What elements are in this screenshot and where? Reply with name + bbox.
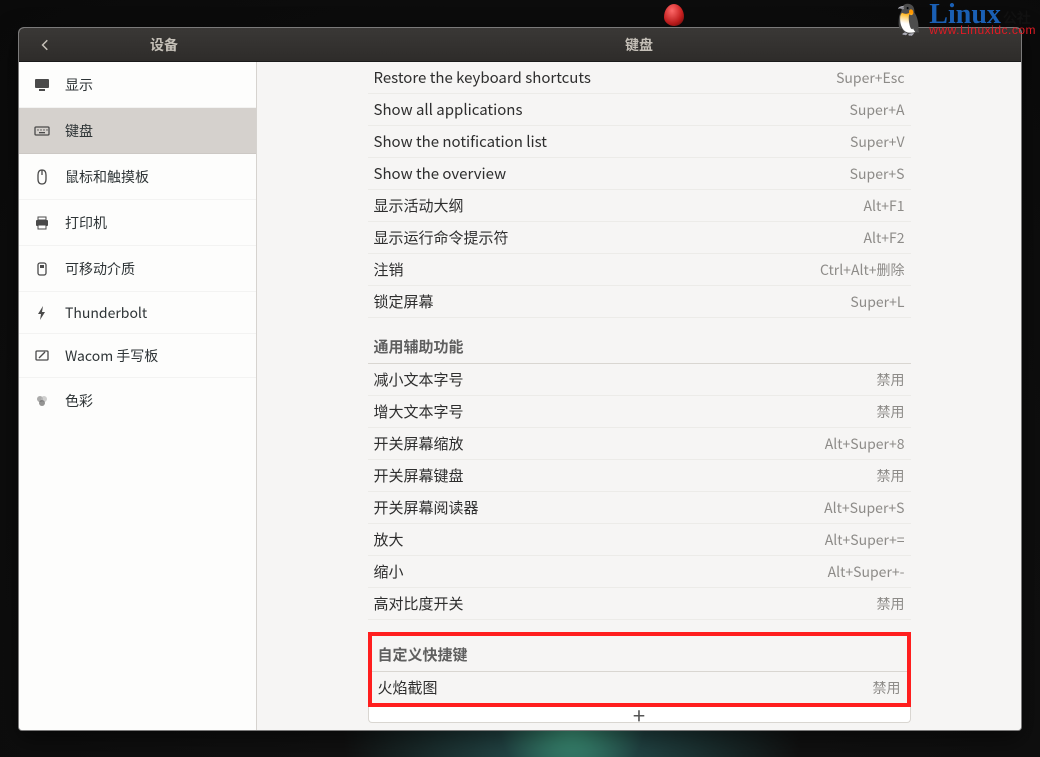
shortcut-row[interactable]: 放大 Alt+Super+= bbox=[368, 524, 911, 556]
keyboard-icon bbox=[33, 122, 51, 140]
shortcut-label: 锁定屏幕 bbox=[374, 291, 434, 312]
shortcut-row[interactable]: 增大文本字号 禁用 bbox=[368, 396, 911, 428]
media-icon bbox=[33, 260, 51, 278]
sidebar-item-label: 鼠标和触摸板 bbox=[65, 167, 149, 187]
shortcut-row[interactable]: 显示运行命令提示符 Alt+F2 bbox=[368, 222, 911, 254]
shortcut-row[interactable]: 显示活动大纲 Alt+F1 bbox=[368, 190, 911, 222]
section-header-a11y: 通用辅助功能 bbox=[368, 318, 911, 364]
sidebar-item-wacom[interactable]: Wacom 手写板 bbox=[19, 334, 256, 378]
shortcut-row[interactable]: 开关屏幕键盘 禁用 bbox=[368, 460, 911, 492]
sidebar-item-mouse[interactable]: 鼠标和触摸板 bbox=[19, 154, 256, 200]
shortcut-value: 禁用 bbox=[877, 402, 905, 422]
sidebar-item-label: 色彩 bbox=[65, 391, 93, 411]
sidebar-item-printer[interactable]: 打印机 bbox=[19, 200, 256, 246]
printer-icon bbox=[33, 214, 51, 232]
add-shortcut-button[interactable]: + bbox=[368, 707, 911, 723]
shortcut-label: 缩小 bbox=[374, 561, 404, 582]
shortcut-label: 增大文本字号 bbox=[374, 401, 464, 422]
shortcut-value: Super+V bbox=[850, 132, 905, 152]
shortcut-label: 开关屏幕键盘 bbox=[374, 465, 464, 486]
shortcut-list: Restore the keyboard shortcuts Super+Esc… bbox=[368, 62, 911, 707]
display-icon bbox=[33, 76, 51, 94]
shortcut-row[interactable]: Show all applications Super+A bbox=[368, 94, 911, 126]
sidebar-item-label: 键盘 bbox=[65, 121, 93, 141]
shortcut-label: 开关屏幕阅读器 bbox=[374, 497, 479, 518]
back-button[interactable] bbox=[19, 28, 71, 61]
shortcut-label: 开关屏幕缩放 bbox=[374, 433, 464, 454]
shortcut-value: Super+A bbox=[850, 100, 905, 120]
shortcut-label: 火焰截图 bbox=[378, 677, 438, 698]
thunderbolt-icon bbox=[33, 304, 51, 322]
shortcut-value: Alt+Super+- bbox=[828, 562, 905, 582]
shortcut-label: Show all applications bbox=[374, 99, 523, 120]
shortcut-label: 注销 bbox=[374, 259, 404, 280]
shortcut-row[interactable]: Restore the keyboard shortcuts Super+Esc bbox=[368, 62, 911, 94]
chevron-left-icon bbox=[38, 38, 52, 52]
shortcut-value: Alt+Super+= bbox=[825, 530, 905, 550]
sidebar-item-thunderbolt[interactable]: Thunderbolt bbox=[19, 292, 256, 334]
shortcut-label: 放大 bbox=[374, 529, 404, 550]
shortcut-row[interactable]: 减小文本字号 禁用 bbox=[368, 364, 911, 396]
panel-title-left: 设备 bbox=[71, 28, 257, 61]
shortcut-value: Super+L bbox=[850, 292, 904, 312]
sidebar-item-label: 可移动介质 bbox=[65, 259, 135, 279]
shortcut-value: 禁用 bbox=[877, 370, 905, 390]
sidebar-item-label: 显示 bbox=[65, 75, 93, 95]
shortcut-row[interactable]: 火焰截图 禁用 bbox=[372, 672, 907, 703]
settings-window: 设备 键盘 显示 键盘 鼠标和触摸板 bbox=[18, 27, 1022, 731]
watermark-url: www.Linuxidc.com bbox=[929, 25, 1036, 36]
shortcut-value: Alt+Super+S bbox=[824, 498, 904, 518]
shortcut-row[interactable]: 注销 Ctrl+Alt+删除 bbox=[368, 254, 911, 286]
shortcut-row[interactable]: 高对比度开关 禁用 bbox=[368, 588, 911, 620]
plus-icon: + bbox=[633, 707, 645, 723]
tux-icon: 🐧 bbox=[890, 6, 927, 36]
shortcut-label: 减小文本字号 bbox=[374, 369, 464, 390]
section-header-custom: 自定义快捷键 bbox=[372, 636, 907, 672]
sidebar: 显示 键盘 鼠标和触摸板 打印机 bbox=[19, 62, 257, 730]
sidebar-item-label: 打印机 bbox=[65, 213, 107, 233]
shortcut-row[interactable]: 开关屏幕阅读器 Alt+Super+S bbox=[368, 492, 911, 524]
shortcut-value: 禁用 bbox=[873, 678, 901, 698]
titlebar: 设备 键盘 bbox=[19, 28, 1021, 62]
shortcut-value: Alt+F2 bbox=[863, 228, 904, 248]
shortcut-label: 显示运行命令提示符 bbox=[374, 227, 509, 248]
shortcut-value: Ctrl+Alt+删除 bbox=[820, 260, 905, 280]
custom-shortcuts-highlight: 自定义快捷键 火焰截图 禁用 bbox=[368, 632, 911, 707]
sidebar-item-color[interactable]: 色彩 bbox=[19, 378, 256, 424]
sidebar-item-removable-media[interactable]: 可移动介质 bbox=[19, 246, 256, 292]
shortcut-label: Show the notification list bbox=[374, 131, 547, 152]
tablet-icon bbox=[33, 347, 51, 365]
main-panel: Restore the keyboard shortcuts Super+Esc… bbox=[257, 62, 1021, 730]
shortcut-label: Restore the keyboard shortcuts bbox=[374, 67, 591, 88]
shortcut-label: Show the overview bbox=[374, 163, 507, 184]
shortcut-row[interactable]: 锁定屏幕 Super+L bbox=[368, 286, 911, 318]
shortcut-row[interactable]: 开关屏幕缩放 Alt+Super+8 bbox=[368, 428, 911, 460]
decorative-shape bbox=[664, 4, 684, 26]
sidebar-item-label: Wacom 手写板 bbox=[65, 346, 158, 366]
shortcut-value: Alt+Super+8 bbox=[825, 434, 905, 454]
shortcut-label: 高对比度开关 bbox=[374, 593, 464, 614]
mouse-icon bbox=[33, 168, 51, 186]
shortcut-label: 显示活动大纲 bbox=[374, 195, 464, 216]
shortcut-value: Super+Esc bbox=[836, 68, 904, 88]
shortcut-row[interactable]: 缩小 Alt+Super+- bbox=[368, 556, 911, 588]
watermark: 🐧 Linux 公社 www.Linuxidc.com bbox=[890, 2, 1036, 36]
color-icon bbox=[33, 392, 51, 410]
shortcut-value: Alt+F1 bbox=[863, 196, 904, 216]
shortcut-value: 禁用 bbox=[877, 594, 905, 614]
sidebar-item-keyboard[interactable]: 键盘 bbox=[19, 108, 256, 154]
shortcut-row[interactable]: Show the notification list Super+V bbox=[368, 126, 911, 158]
sidebar-item-display[interactable]: 显示 bbox=[19, 62, 256, 108]
shortcut-value: Super+S bbox=[850, 164, 905, 184]
sidebar-item-label: Thunderbolt bbox=[65, 303, 147, 323]
shortcut-value: 禁用 bbox=[877, 466, 905, 486]
shortcut-row[interactable]: Show the overview Super+S bbox=[368, 158, 911, 190]
